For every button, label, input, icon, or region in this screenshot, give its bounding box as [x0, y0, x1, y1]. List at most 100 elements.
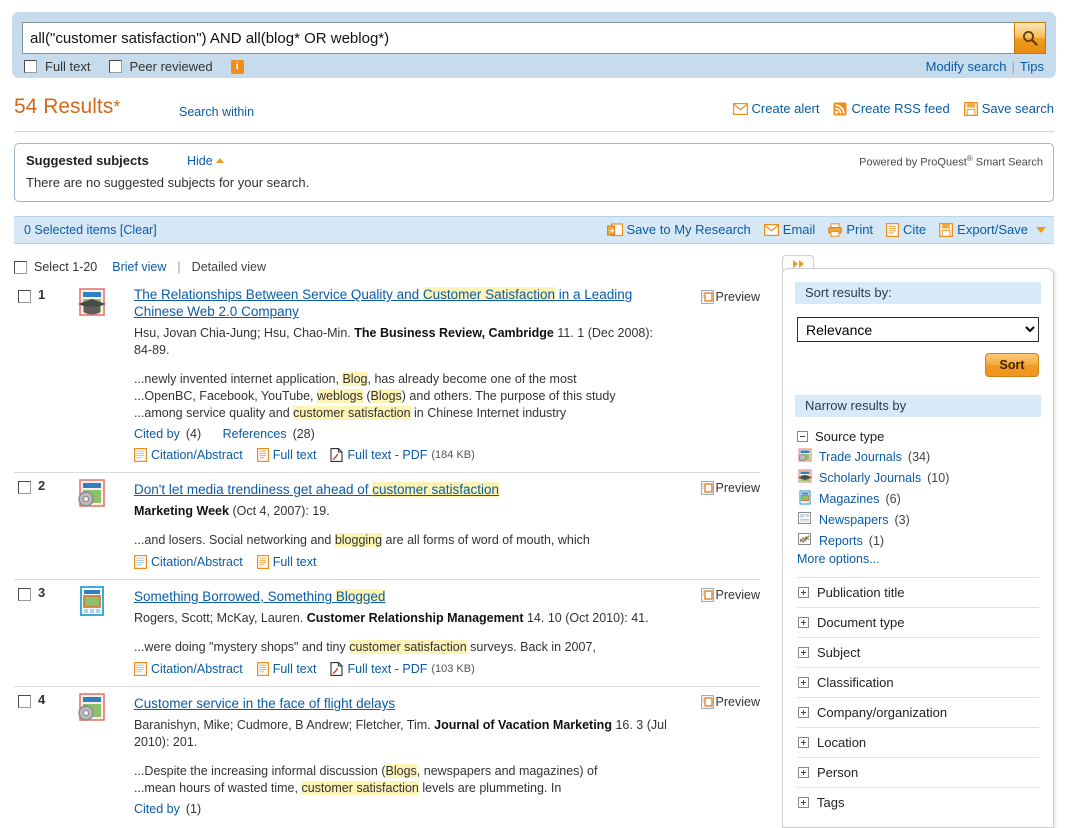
source-type-link[interactable]: Magazines [819, 492, 879, 506]
cited-by-link[interactable]: Cited by [134, 802, 180, 816]
result-link-citation-abstract[interactable]: Citation/Abstract [151, 555, 243, 569]
save-to-my-research-button[interactable]: Save to My Research [606, 222, 751, 237]
result-link-full-text[interactable]: Full text [273, 662, 317, 676]
result-checkbox[interactable] [18, 290, 31, 303]
result-citation: Hsu, Jovan Chia-Jung; Hsu, Chao-Min. The… [134, 325, 670, 359]
result-checkbox[interactable] [18, 695, 31, 708]
results-count: 54 Results* [14, 95, 120, 119]
pdf-icon [330, 662, 344, 676]
source-type-item[interactable]: Newspapers (3) [797, 509, 1039, 530]
brief-view-link[interactable]: Brief view [112, 260, 166, 274]
preview-icon [700, 695, 714, 709]
search-within-link[interactable]: Search within [179, 105, 254, 119]
export-save-button[interactable]: Export/Save [939, 222, 1046, 237]
source-type-item[interactable]: Scholarly Journals (10) [797, 467, 1039, 488]
selected-items-status[interactable]: 0 Selected items [Clear] [24, 223, 157, 237]
full-text-checkbox[interactable] [24, 60, 37, 73]
fulltext-icon [256, 448, 269, 462]
view-separator: | [177, 260, 181, 274]
result-checkbox[interactable] [18, 481, 31, 494]
cite-button[interactable]: Cite [886, 222, 926, 237]
document-icon [134, 448, 147, 462]
result-link-full-text-pdf[interactable]: Full text - PDF [347, 662, 427, 676]
email-button[interactable]: Email [763, 222, 815, 237]
save-search-button[interactable]: Save search [963, 101, 1054, 116]
facet-row-publication-title[interactable]: Publication title [797, 577, 1039, 607]
search-input[interactable] [22, 22, 1014, 54]
results-header: 54 Results* Search within Create alert C… [14, 95, 1054, 131]
result-checkbox[interactable] [18, 588, 31, 601]
result-link-full-text[interactable]: Full text [273, 448, 317, 462]
more-options-link[interactable]: More options... [797, 549, 880, 566]
trade-journal-icon [72, 691, 112, 731]
source-type-count: (6) [885, 491, 901, 506]
snippet-line: ...were doing "mystery shops" and tiny c… [134, 639, 670, 655]
preview-button[interactable]: Preview [700, 481, 760, 495]
hide-label: Hide [187, 154, 213, 168]
facet-row-classification[interactable]: Classification [797, 667, 1039, 697]
snippet-text: levels are plummeting. In [418, 781, 562, 795]
references-link[interactable]: References [223, 427, 287, 441]
snippet-text: ...among service quality and [134, 406, 294, 420]
create-rss-feed-button[interactable]: Create RSS feed [833, 101, 950, 116]
facet-row-location[interactable]: Location [797, 727, 1039, 757]
result-link-citation-abstract[interactable]: Citation/Abstract [151, 448, 243, 462]
collapsed-facets: Publication title Document type Subject Cla… [797, 577, 1039, 817]
modify-search-link[interactable]: Modify search [926, 59, 1007, 74]
snippet-text: ...Despite the increasing informal discu… [134, 764, 386, 778]
facet-row-company-organization[interactable]: Company/organization [797, 697, 1039, 727]
source-type-link[interactable]: Newspapers [819, 513, 888, 527]
sort-button[interactable]: Sort [985, 353, 1039, 377]
suggested-subjects-hide-button[interactable]: Hide [187, 154, 224, 168]
source-type-link[interactable]: Scholarly Journals [819, 471, 921, 485]
source-type-header[interactable]: Source type [797, 427, 1039, 446]
facet-row-tags[interactable]: Tags [797, 787, 1039, 817]
floppy-disk-icon [963, 101, 978, 116]
source-type-link[interactable]: Reports [819, 534, 863, 548]
facet-row-subject[interactable]: Subject [797, 637, 1039, 667]
result-title-link[interactable]: Something Borrowed, Something Blogged [134, 589, 386, 604]
result-title-link[interactable]: Don't let media trendiness get ahead of … [134, 482, 500, 497]
result-link-citation-abstract[interactable]: Citation/Abstract [151, 662, 243, 676]
facet-label: Document type [817, 615, 905, 630]
source-type-item[interactable]: Reports (1) [797, 530, 1039, 551]
preview-button[interactable]: Preview [700, 290, 760, 304]
info-icon[interactable]: i [230, 59, 244, 74]
save-search-label: Save search [981, 101, 1054, 116]
select-all-checkbox[interactable] [14, 260, 27, 274]
source-type-item[interactable]: Trade Journals (34) [797, 446, 1039, 467]
facet-label: Classification [817, 675, 894, 690]
preview-button[interactable]: Preview [700, 695, 760, 709]
tips-link[interactable]: Tips [1020, 59, 1044, 74]
result-title-link[interactable]: Customer service in the face of flight d… [134, 696, 395, 711]
result-link-full-text-pdf[interactable]: Full text - PDF [347, 448, 427, 462]
cited-by-link[interactable]: Cited by [134, 427, 180, 441]
facet-row-person[interactable]: Person [797, 757, 1039, 787]
printer-icon [828, 222, 843, 237]
search-button[interactable] [1014, 22, 1046, 54]
plus-icon [798, 707, 809, 718]
envelope-icon [763, 223, 779, 236]
create-alert-button[interactable]: Create alert [732, 101, 819, 116]
preview-button[interactable]: Preview [700, 588, 760, 602]
double-arrow-right-icon [792, 259, 798, 268]
minus-icon [797, 431, 808, 442]
print-button[interactable]: Print [828, 222, 873, 237]
highlighted-term: Blogs [385, 764, 417, 778]
result-link-full-text[interactable]: Full text [273, 555, 317, 569]
source-type-link[interactable]: Trade Journals [819, 450, 902, 464]
source-type-item[interactable]: Magazines (6) [797, 488, 1039, 509]
title-text: Customer service in the face of flight d… [134, 696, 396, 711]
preview-label: Preview [715, 481, 760, 495]
sort-results-select[interactable]: Relevance [797, 317, 1039, 342]
facet-row-document-type[interactable]: Document type [797, 607, 1039, 637]
result-title-link[interactable]: The Relationships Between Service Qualit… [134, 287, 632, 319]
peer-reviewed-checkbox[interactable] [108, 60, 122, 73]
result-publication: Marketing Week [134, 504, 229, 518]
preview-label: Preview [715, 588, 760, 602]
plus-icon [798, 767, 809, 778]
caret-up-icon [215, 158, 224, 163]
detailed-view-label[interactable]: Detailed view [192, 260, 266, 274]
result-snippets: ...were doing "mystery shops" and tiny c… [134, 639, 670, 655]
snippet-text: are all forms of word of mouth, which [382, 533, 590, 547]
